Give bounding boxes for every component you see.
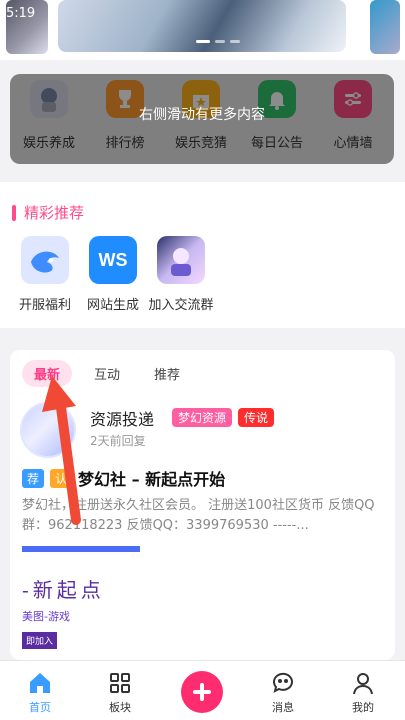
thumbnail-join-button: 即加入 bbox=[22, 632, 58, 649]
person-icon bbox=[333, 669, 393, 697]
recommend-tile-label: 网站生成 bbox=[86, 298, 139, 313]
section-title: 精彩推荐 bbox=[12, 202, 84, 223]
tab-recommend[interactable]: 推荐 bbox=[142, 360, 192, 387]
recommend-tile-label: 开服福利 bbox=[18, 298, 71, 313]
plus-icon bbox=[193, 683, 211, 701]
banner-current-card[interactable] bbox=[58, 0, 346, 52]
anime-group-icon bbox=[157, 236, 205, 284]
feed-tabs: 最新 互动 推荐 bbox=[22, 360, 192, 387]
post-time: 2天前回复 bbox=[90, 434, 146, 448]
quick-entry-grid[interactable]: 娱乐养成 排行榜 娱乐竞猜 每日公告 心情墙 右侧滑动有更多内容 bbox=[10, 74, 394, 164]
banner-dot bbox=[215, 40, 225, 43]
avatar[interactable] bbox=[20, 402, 76, 458]
ws-app-text: WS bbox=[98, 249, 128, 270]
nav-messages[interactable]: 消息 bbox=[253, 669, 313, 715]
thumbnail-subtitle: 美图-游戏 bbox=[22, 610, 70, 623]
post-thumbnail[interactable]: -新起点 美图-游戏 即加入 bbox=[22, 546, 140, 649]
post-excerpt-line: 梦幻社，注册送永久社区会员。 注册送100社区货币 反馈QQ bbox=[22, 498, 375, 513]
recommend-tile-server-bonus[interactable]: 开服福利 bbox=[10, 236, 80, 313]
home-icon bbox=[10, 669, 70, 697]
banner-pagination bbox=[196, 40, 240, 43]
recommend-section: 精彩推荐 开服福利 WS 网站生成 加入交流群 bbox=[0, 182, 405, 328]
post-header[interactable]: 资源投递 梦幻资源 传说 2天前回复 bbox=[20, 402, 380, 458]
banner-next-card[interactable] bbox=[370, 0, 400, 54]
status-time: 5:19 bbox=[6, 6, 36, 21]
nav-label: 我的 bbox=[352, 701, 374, 714]
tag-recommended: 荐 bbox=[22, 468, 45, 488]
feed-card: 最新 互动 推荐 资源投递 梦幻资源 传说 2天前回复 荐 认 梦幻社 – 新起… bbox=[10, 350, 395, 660]
recommend-tile-join-group[interactable]: 加入交流群 bbox=[146, 236, 216, 313]
scroll-hint-text: 右侧滑动有更多内容 bbox=[139, 107, 265, 123]
whale-app-icon bbox=[21, 236, 69, 284]
post-author[interactable]: 资源投递 bbox=[90, 406, 154, 430]
recommend-tile-site-gen[interactable]: WS 网站生成 bbox=[78, 236, 148, 313]
nav-boards[interactable]: 板块 bbox=[90, 669, 150, 715]
top-banner-carousel[interactable]: 5:19 bbox=[0, 0, 405, 60]
banner-dot bbox=[230, 40, 240, 43]
nav-post-button[interactable] bbox=[181, 671, 223, 713]
nav-home[interactable]: 首页 bbox=[10, 669, 70, 715]
title-accent-bar bbox=[12, 204, 16, 221]
nav-label: 首页 bbox=[29, 701, 51, 714]
nav-label: 消息 bbox=[272, 701, 294, 714]
post-title[interactable]: 梦幻社 – 新起点开始 bbox=[78, 466, 225, 490]
tag-certified: 认 bbox=[50, 468, 73, 488]
recommend-tile-label: 加入交流群 bbox=[148, 298, 214, 313]
tab-interaction[interactable]: 互动 bbox=[82, 360, 132, 387]
ws-app-icon: WS bbox=[89, 236, 137, 284]
tab-latest[interactable]: 最新 bbox=[22, 360, 73, 387]
post-excerpt[interactable]: 梦幻社，注册送永久社区会员。 注册送100社区货币 反馈QQ 群：9621182… bbox=[22, 496, 382, 536]
banner-dot bbox=[196, 40, 210, 43]
nav-mine[interactable]: 我的 bbox=[333, 669, 393, 715]
message-icon bbox=[253, 669, 313, 697]
bottom-nav: 首页 板块 消息 我的 bbox=[0, 660, 405, 720]
post-title-row[interactable]: 荐 认 梦幻社 – 新起点开始 bbox=[22, 466, 225, 490]
author-badge-dream: 梦幻资源 bbox=[172, 408, 233, 427]
nav-label: 板块 bbox=[109, 701, 131, 714]
thumbnail-title: -新起点 bbox=[22, 578, 105, 602]
author-badge-legend: 传说 bbox=[238, 408, 275, 427]
post-excerpt-line: 群：962118223 反馈QQ：3399769530 -----... bbox=[22, 518, 309, 533]
section-title-text: 精彩推荐 bbox=[24, 204, 85, 222]
grid-icon bbox=[90, 669, 150, 697]
